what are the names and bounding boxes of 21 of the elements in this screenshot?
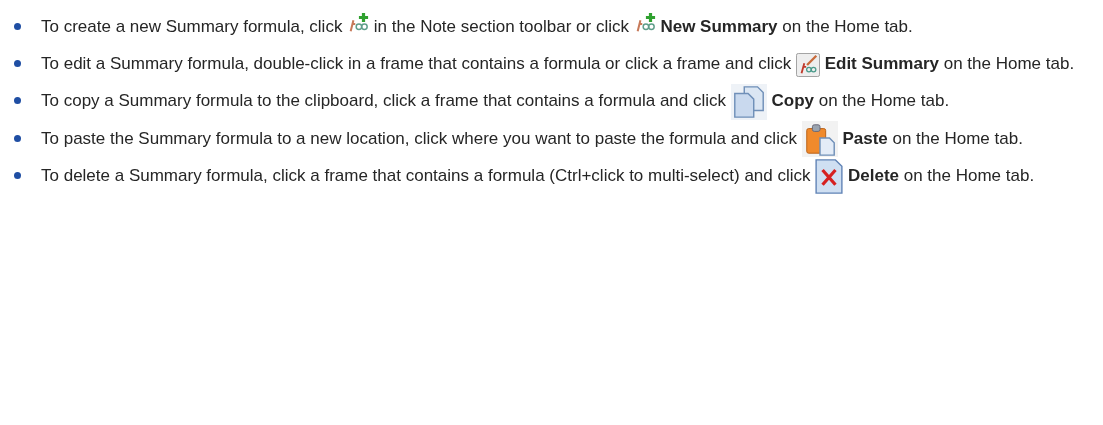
paste-icon [801, 121, 838, 158]
instruction-text: Paste on the Home tab. [841, 128, 1023, 148]
formula-plus-icon [347, 12, 370, 34]
bullet-icon [14, 134, 21, 142]
instruction-text: To create a new Summary formula, click [41, 17, 344, 36]
instruction-text: To copy a Summary formula to the clipboard, click a frame that contains a formula and click [41, 91, 728, 110]
instruction-text: To edit a Summary formula, double-click in a frame that contains a formula or click a frame and click [41, 54, 793, 73]
instruction-text: New Summary on the Home tab. [659, 17, 913, 36]
instruction-text: To delete a Summary formula, click a frame that contains a formula (Ctrl+click to multi-select) and click [41, 166, 812, 186]
instruction-text: Delete on the Home tab. [847, 166, 1035, 186]
formula-edit-icon [795, 52, 820, 77]
instruction-text: Copy on the Home tab. [770, 91, 950, 110]
instruction-text: Edit Summary on the Home tab. [823, 54, 1075, 73]
bullet-icon [14, 172, 21, 180]
copy-icon [730, 83, 767, 120]
bullet-icon [14, 23, 21, 30]
instruction-text: in the Note section toolbar or click [372, 17, 630, 36]
bullet-icon [14, 60, 21, 67]
bullet-icon [14, 97, 21, 104]
instruction-text: To paste the Summary formula to a new location, click where you want to paste the formula and click [41, 128, 798, 148]
delete-icon [815, 159, 844, 195]
